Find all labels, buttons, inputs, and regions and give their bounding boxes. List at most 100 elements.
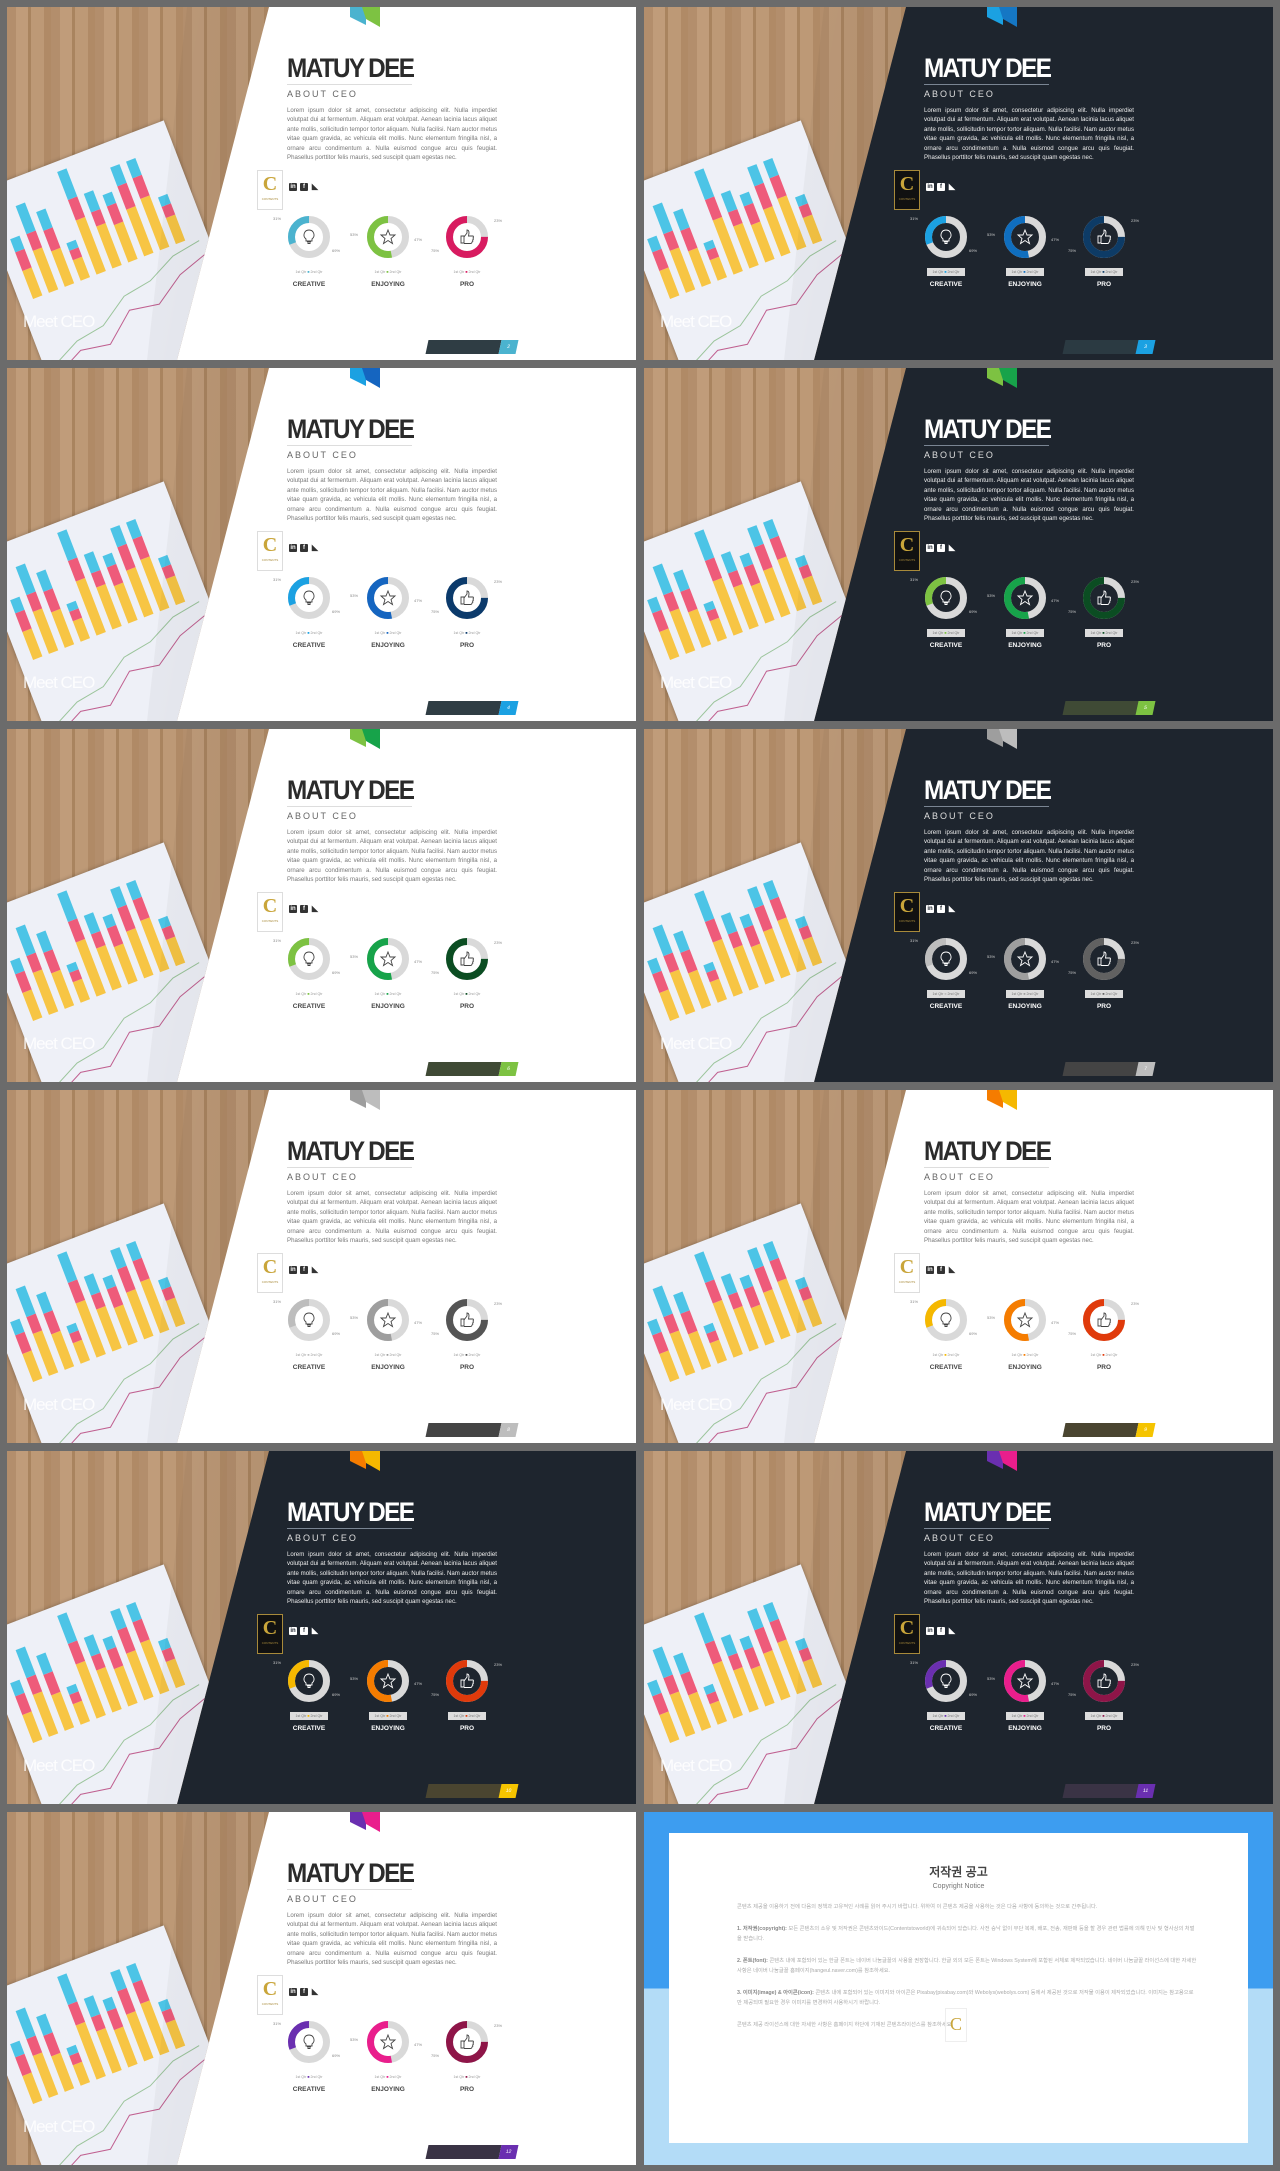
photo-caption: Meet CEO: [660, 1395, 732, 1414]
slide-5[interactable]: Meet CEO MATUY DEE ABOUT CEO Lorem ipsum do…: [644, 368, 1273, 721]
legend-entry-2: 2nd Qtr: [468, 992, 481, 996]
donut-legend: 1st Qtr ■ 2nd Qtr: [369, 1351, 407, 1359]
linkedin-icon[interactable]: in: [926, 544, 934, 552]
facebook-icon[interactable]: f: [937, 905, 945, 913]
paper-bar: [663, 1313, 680, 1334]
donut-remainder-label: 23%: [494, 1662, 503, 1667]
donut-chart-creative: 31% 69% 1st Qtr ■ 2nd Qtr CREATIVE: [906, 934, 986, 1010]
twitter-icon[interactable]: ◣: [948, 183, 956, 191]
facebook-icon[interactable]: f: [300, 905, 308, 913]
slide-4[interactable]: Meet CEO MATUY DEE ABOUT CEO Lorem ipsum do…: [7, 368, 636, 721]
linkedin-icon[interactable]: in: [926, 1266, 934, 1274]
twitter-icon[interactable]: ◣: [311, 183, 319, 191]
slide-10[interactable]: Meet CEO MATUY DEE ABOUT CEO Lorem ipsum do…: [7, 1451, 636, 1804]
facebook-icon[interactable]: f: [937, 1266, 945, 1274]
page-number: 8: [498, 1423, 519, 1437]
linkedin-icon[interactable]: in: [289, 1627, 297, 1635]
twitter-icon[interactable]: ◣: [948, 544, 956, 552]
linkedin-icon[interactable]: in: [289, 183, 297, 191]
slide-7[interactable]: Meet CEO MATUY DEE ABOUT CEO Lorem ipsum do…: [644, 729, 1273, 1082]
company-logo: C CONTENTS: [257, 1253, 283, 1293]
paper-bar: [709, 256, 728, 281]
linkedin-icon[interactable]: in: [289, 544, 297, 552]
legend-entry-2: 2nd Qtr: [1026, 631, 1039, 635]
slide-8[interactable]: Meet CEO MATUY DEE ABOUT CEO Lorem ipsum do…: [7, 1090, 636, 1443]
donut-legend: 1st Qtr ■ 2nd Qtr: [1006, 1351, 1044, 1359]
twitter-icon[interactable]: ◣: [311, 1988, 319, 1996]
legend-entry-2: 2nd Qtr: [310, 2075, 323, 2079]
donut-value-label: 31%: [273, 2021, 282, 2026]
facebook-icon[interactable]: f: [937, 544, 945, 552]
twitter-icon[interactable]: ◣: [948, 1266, 956, 1274]
donut-remainder-label: 47%: [414, 2042, 423, 2047]
legend-entry-2: 2nd Qtr: [389, 631, 402, 635]
social-links: in f ◣: [926, 544, 956, 552]
donut-chart-creative: 31% 69% 1st Qtr ■ 2nd Qtr CREATIVE: [269, 1656, 349, 1732]
slide-9[interactable]: Meet CEO MATUY DEE ABOUT CEO Lorem ipsum do…: [644, 1090, 1273, 1443]
slide-2[interactable]: Meet CEO MATUY DEE ABOUT CEO Lorem ipsum do…: [7, 7, 636, 360]
slide-12[interactable]: Meet CEO MATUY DEE ABOUT CEO Lorem ipsum do…: [7, 1812, 636, 2165]
donut-label: ENJOYING: [371, 1364, 405, 1371]
paper-bar: [57, 529, 78, 561]
photo-caption: Meet CEO: [23, 1395, 95, 1414]
profile-subtitle: ABOUT CEO: [287, 811, 358, 821]
donut-value-label: 53%: [987, 1315, 996, 1320]
logo-letter: C: [899, 173, 915, 195]
donut-label: PRO: [1096, 1725, 1112, 1732]
donut-value-label: 75%: [431, 609, 440, 614]
facebook-icon[interactable]: f: [937, 1627, 945, 1635]
paper-bar: [83, 1273, 101, 1296]
page-number: 10: [498, 1784, 519, 1798]
paper-bar: [680, 588, 698, 613]
linkedin-icon[interactable]: in: [289, 1266, 297, 1274]
page-number: 11: [1135, 1784, 1156, 1798]
slide-3[interactable]: Meet CEO MATUY DEE ABOUT CEO Lorem ipsum do…: [644, 7, 1273, 360]
paper-bar: [769, 1618, 787, 1643]
facebook-icon[interactable]: f: [937, 183, 945, 191]
facebook-icon[interactable]: f: [300, 544, 308, 552]
legend-entry-2: 2nd Qtr: [310, 1714, 323, 1718]
logo-letter: C: [262, 173, 278, 195]
paper-bar: [36, 569, 53, 592]
profile-panel: MATUY DEE ABOUT CEO Lorem ipsum dolor sit …: [257, 729, 617, 1082]
paper-bar: [110, 1969, 127, 1992]
paper-bar: [743, 924, 761, 948]
donut-legend: 1st Qtr ■ 2nd Qtr: [290, 1351, 328, 1359]
social-links: in f ◣: [289, 1627, 319, 1635]
profile-panel: MATUY DEE ABOUT CEO Lorem ipsum dolor sit …: [894, 1451, 1254, 1804]
donut-legend: 1st Qtr ■ 2nd Qtr: [1085, 268, 1123, 276]
donut-legend: 1st Qtr ■ 2nd Qtr: [448, 2073, 486, 2081]
linkedin-icon[interactable]: in: [289, 905, 297, 913]
facebook-icon[interactable]: f: [300, 183, 308, 191]
facebook-icon[interactable]: f: [300, 1266, 308, 1274]
donut-remainder-label: 69%: [332, 970, 341, 975]
twitter-icon[interactable]: ◣: [311, 905, 319, 913]
paper-bar: [659, 1350, 680, 1383]
twitter-icon[interactable]: ◣: [948, 1627, 956, 1635]
facebook-icon[interactable]: f: [300, 1627, 308, 1635]
profile-name: MATUY DEE: [924, 1497, 1052, 1527]
legend-entry-2: 2nd Qtr: [947, 1714, 960, 1718]
linkedin-icon[interactable]: in: [926, 905, 934, 913]
twitter-icon[interactable]: ◣: [311, 1266, 319, 1274]
linkedin-icon[interactable]: in: [289, 1988, 297, 1996]
paper-bar: [43, 588, 61, 613]
facebook-icon[interactable]: f: [300, 1988, 308, 1996]
donut-value-label: 75%: [431, 1331, 440, 1336]
donut-label: PRO: [459, 1725, 475, 1732]
slide-6[interactable]: Meet CEO MATUY DEE ABOUT CEO Lorem ipsum do…: [7, 729, 636, 1082]
donut-value-label: 31%: [910, 216, 919, 221]
twitter-icon[interactable]: ◣: [311, 1627, 319, 1635]
donut-chart-enjoying: 53% 47% 1st Qtr ■ 2nd Qtr ENJOYING: [985, 1656, 1065, 1732]
linkedin-icon[interactable]: in: [926, 183, 934, 191]
page-number: 6: [498, 1062, 519, 1076]
linkedin-icon[interactable]: in: [926, 1627, 934, 1635]
paper-bar: [22, 989, 43, 1022]
twitter-icon[interactable]: ◣: [311, 544, 319, 552]
donut-remainder-label: 69%: [332, 1331, 341, 1336]
logo-letter: C: [262, 534, 278, 556]
twitter-icon[interactable]: ◣: [948, 905, 956, 913]
slide-11[interactable]: Meet CEO MATUY DEE ABOUT CEO Lorem ipsum do…: [644, 1451, 1273, 1804]
legend-entry-2: 2nd Qtr: [468, 631, 481, 635]
slide-copyright-notice[interactable]: 저작권 공고 Copyright Notice 콘텐츠 제공을 이용하기 전에 다음…: [644, 1812, 1273, 2165]
